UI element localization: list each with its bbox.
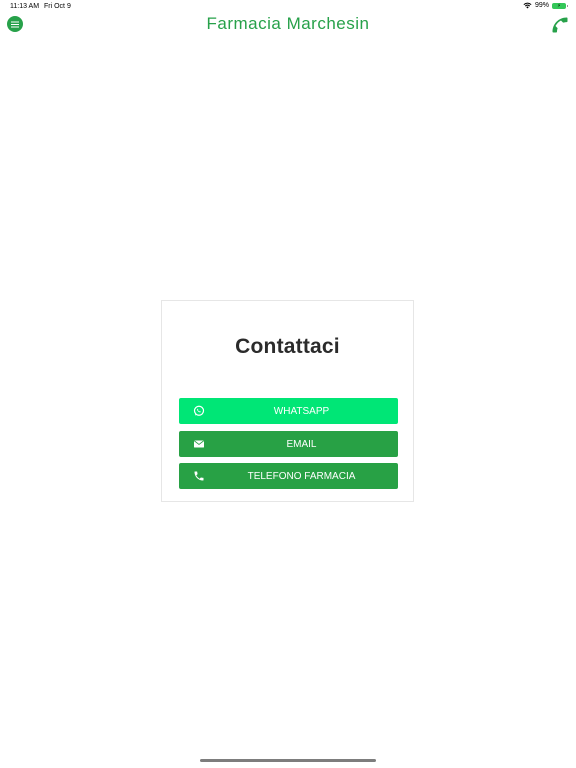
- status-date: Fri Oct 9: [44, 3, 71, 10]
- phone-icon: [193, 470, 205, 482]
- wifi-icon: [523, 2, 532, 9]
- app-screen: 11:13 AM Fri Oct 9 99% ⚡ Farmacia Marche…: [0, 0, 576, 768]
- battery-percent: 99%: [534, 2, 549, 9]
- whatsapp-button[interactable]: WHATSAPP: [179, 398, 398, 424]
- email-button-label: EMAIL: [286, 438, 317, 450]
- call-button[interactable]: [550, 15, 570, 35]
- bolt-icon: ⚡: [557, 2, 561, 9]
- email-button[interactable]: EMAIL: [179, 431, 398, 457]
- card-title: Contattaci: [235, 335, 340, 358]
- navigation-bar: Farmacia Marchesin: [0, 12, 576, 38]
- contact-card: Contattaci WHATSAPP EMAIL TELEFONO FARMA…: [161, 300, 414, 502]
- email-icon: [193, 438, 205, 450]
- pharmacy-phone-button[interactable]: TELEFONO FARMACIA: [179, 463, 398, 489]
- page-title: Farmacia Marchesin: [206, 14, 370, 33]
- whatsapp-button-label: WHATSAPP: [273, 405, 330, 417]
- home-indicator[interactable]: [200, 759, 376, 762]
- status-time: 11:13 AM: [10, 3, 40, 10]
- phone-icon: [550, 17, 570, 39]
- pharmacy-phone-button-label: TELEFONO FARMACIA: [247, 470, 356, 482]
- battery-charging-icon: ⚡: [552, 2, 568, 9]
- status-indicators: 99% ⚡: [523, 2, 568, 9]
- whatsapp-icon: [193, 405, 205, 417]
